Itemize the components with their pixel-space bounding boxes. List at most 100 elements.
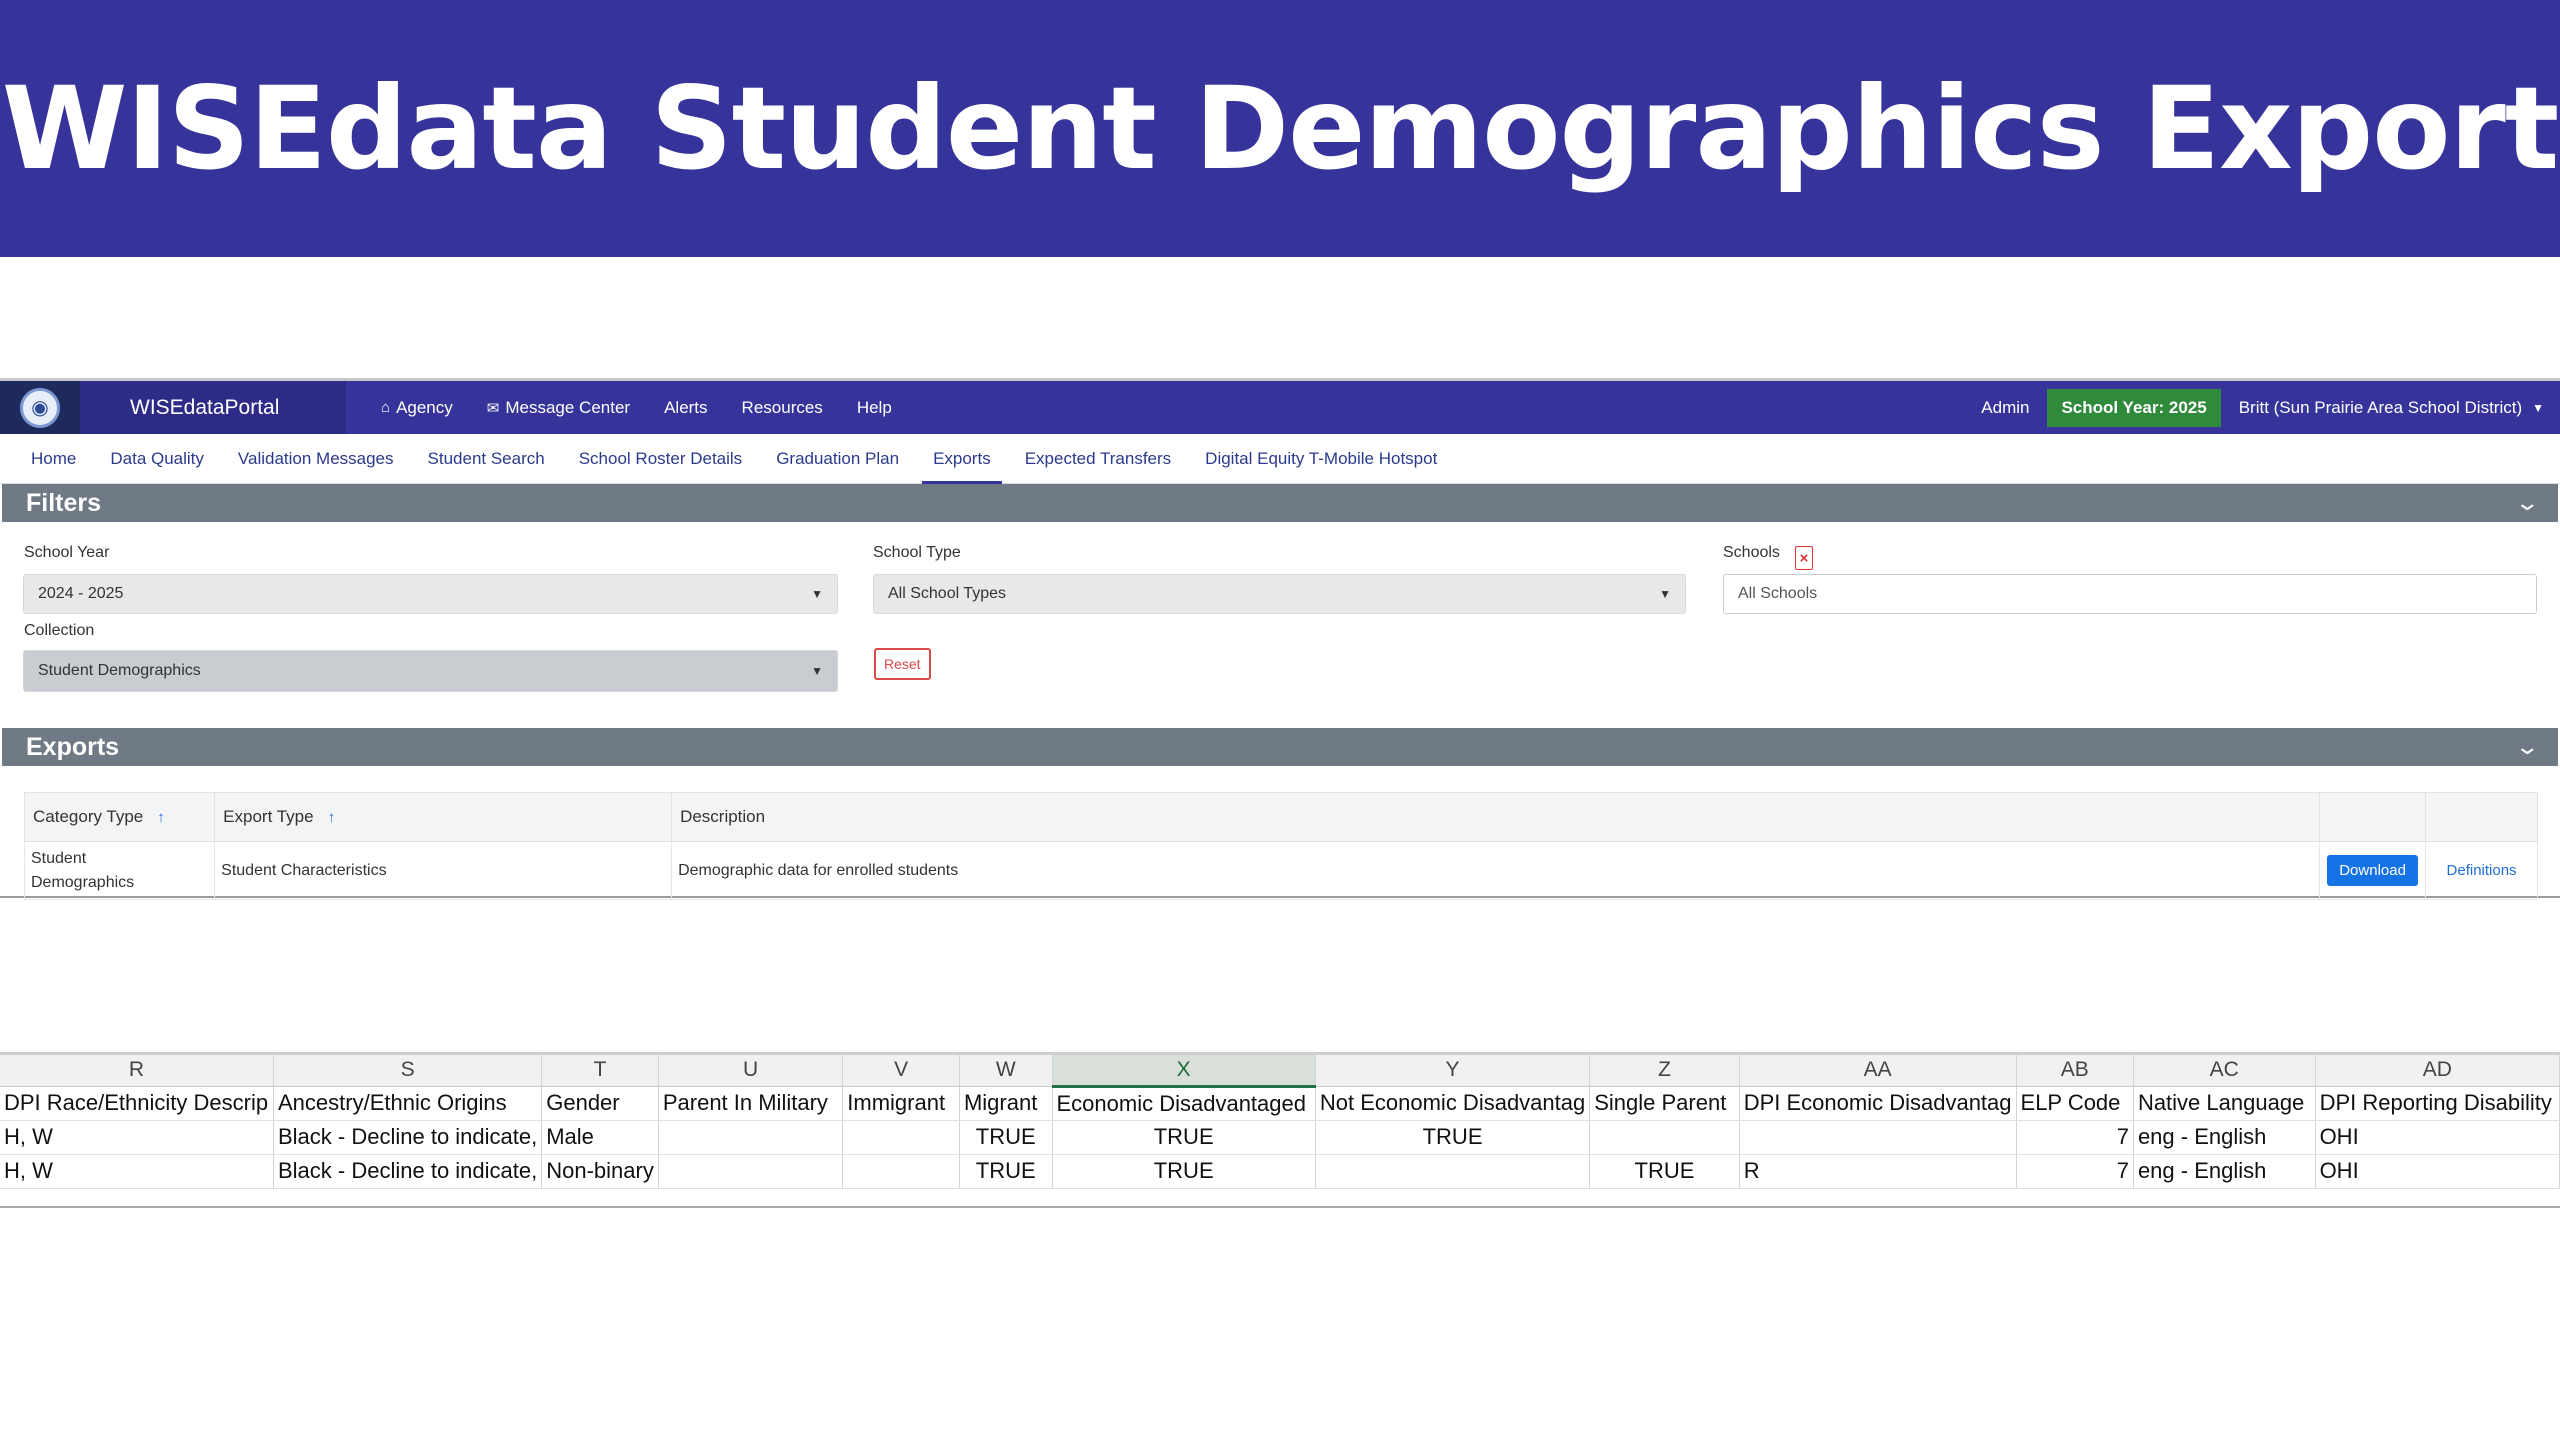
cell[interactable]: [658, 1120, 844, 1155]
school-type-select[interactable]: All School Types ▼: [873, 574, 1686, 614]
definitions-link[interactable]: Definitions: [2447, 862, 2517, 879]
cell[interactable]: 7: [2016, 1154, 2134, 1189]
sort-arrow-icon[interactable]: ↑: [328, 809, 336, 826]
subnav-validation-messages[interactable]: Validation Messages: [221, 434, 411, 484]
cell[interactable]: H, W: [0, 1154, 274, 1189]
select-arrow-icon: ▼: [1659, 587, 1671, 601]
schools-placeholder: All Schools: [1738, 585, 1818, 602]
cell[interactable]: 7: [2016, 1120, 2134, 1155]
cell[interactable]: eng - English: [2133, 1154, 2316, 1189]
collection-value: Student Demographics: [38, 662, 201, 679]
col-category-type[interactable]: Category Type ↑: [23, 792, 216, 842]
subnav-digital-equity[interactable]: Digital Equity T-Mobile Hotspot: [1188, 434, 1454, 484]
column-header[interactable]: AC: [2133, 1055, 2316, 1087]
cell[interactable]: Non-binary: [541, 1154, 659, 1189]
nav-help[interactable]: Help: [840, 381, 909, 434]
subnav-home[interactable]: Home: [14, 434, 93, 484]
cell[interactable]: Black - Decline to indicate,: [273, 1120, 543, 1155]
school-year-select[interactable]: 2024 - 2025 ▼: [23, 574, 838, 614]
cell[interactable]: TRUE: [1052, 1120, 1316, 1155]
definitions-cell: Definitions: [2425, 841, 2538, 900]
cell[interactable]: TRUE: [1315, 1120, 1591, 1155]
schools-input[interactable]: All Schools: [1723, 574, 2537, 614]
header-row: DPI Race/Ethnicity Descrip Ancestry/Ethn…: [0, 1086, 2560, 1121]
sub-navbar: Home Data Quality Validation Messages St…: [0, 434, 2560, 484]
chevron-down-icon[interactable]: ⌄: [2514, 490, 2540, 516]
column-header[interactable]: W: [959, 1055, 1053, 1087]
cell[interactable]: [658, 1154, 844, 1189]
admin-link[interactable]: Admin: [1963, 398, 2047, 418]
column-header[interactable]: AD: [2315, 1055, 2560, 1087]
cell[interactable]: TRUE: [1589, 1154, 1740, 1189]
subnav-graduation-plan[interactable]: Graduation Plan: [759, 434, 916, 484]
sort-arrow-icon[interactable]: ↑: [157, 809, 165, 826]
cell[interactable]: Immigrant: [842, 1086, 960, 1121]
column-header[interactable]: T: [541, 1055, 659, 1087]
schools-label: Schools: [1723, 544, 1780, 561]
cell[interactable]: OHI: [2315, 1120, 2560, 1155]
chevron-down-icon[interactable]: ⌄: [2514, 734, 2540, 760]
subnav-student-search[interactable]: Student Search: [411, 434, 562, 484]
subnav-expected-transfers[interactable]: Expected Transfers: [1008, 434, 1188, 484]
column-header[interactable]: U: [658, 1055, 844, 1087]
download-button[interactable]: Download: [2327, 855, 2418, 886]
filters-header[interactable]: Filters ⌄: [2, 484, 2558, 522]
user-menu[interactable]: Britt (Sun Prairie Area School District)…: [2221, 398, 2560, 418]
logo[interactable]: ◉: [0, 381, 80, 434]
cell[interactable]: eng - English: [2133, 1120, 2316, 1155]
school-year-label: School Year: [24, 544, 110, 561]
cell[interactable]: Native Language: [2133, 1086, 2316, 1121]
col-description[interactable]: Description: [671, 792, 2321, 842]
spreadsheet-grid: R S T U V W X Y Z AA AB AC AD DPI Race/E…: [0, 1055, 2560, 1189]
cell[interactable]: Black - Decline to indicate,: [273, 1154, 543, 1189]
cell[interactable]: OHI: [2315, 1154, 2560, 1189]
cell[interactable]: DPI Race/Ethnicity Descrip: [0, 1086, 274, 1121]
column-header[interactable]: V: [842, 1055, 960, 1087]
cell[interactable]: [842, 1154, 960, 1189]
cell[interactable]: DPI Reporting Disability: [2315, 1086, 2560, 1121]
column-header[interactable]: AB: [2016, 1055, 2134, 1087]
column-header[interactable]: R: [0, 1055, 274, 1087]
nav-agency[interactable]: ⌂ Agency: [364, 381, 470, 434]
cell[interactable]: Economic Disadvantaged: [1052, 1086, 1316, 1121]
cell[interactable]: Parent In Military: [658, 1086, 844, 1121]
nav-alerts[interactable]: Alerts: [647, 381, 724, 434]
cell[interactable]: TRUE: [959, 1154, 1053, 1189]
column-header[interactable]: Z: [1589, 1055, 1740, 1087]
school-type-value: All School Types: [888, 585, 1006, 602]
cell[interactable]: Migrant: [959, 1086, 1053, 1121]
cell[interactable]: DPI Economic Disadvantag: [1739, 1086, 2017, 1121]
cell[interactable]: Ancestry/Ethnic Origins: [273, 1086, 543, 1121]
cell[interactable]: [842, 1120, 960, 1155]
subnav-data-quality[interactable]: Data Quality: [93, 434, 221, 484]
cell[interactable]: Male: [541, 1120, 659, 1155]
portal-name[interactable]: WISEdataPortal: [80, 381, 346, 434]
column-header[interactable]: S: [273, 1055, 543, 1087]
header-label: Export Type: [223, 807, 314, 826]
cell[interactable]: [1739, 1120, 2017, 1155]
column-header[interactable]: Y: [1315, 1055, 1591, 1087]
cell[interactable]: TRUE: [1052, 1154, 1316, 1189]
nav-resources[interactable]: Resources: [725, 381, 840, 434]
cell[interactable]: ELP Code: [2016, 1086, 2134, 1121]
cell[interactable]: [1315, 1154, 1591, 1189]
cell[interactable]: H, W: [0, 1120, 274, 1155]
column-header-selected[interactable]: X: [1052, 1055, 1316, 1088]
exports-header[interactable]: Exports ⌄: [2, 728, 2558, 766]
subnav-school-roster-details[interactable]: School Roster Details: [562, 434, 759, 484]
cell[interactable]: R: [1739, 1154, 2017, 1189]
cell[interactable]: [1589, 1120, 1740, 1155]
school-year-badge[interactable]: School Year: 2025: [2047, 388, 2221, 427]
subnav-exports[interactable]: Exports: [916, 434, 1008, 484]
column-header[interactable]: AA: [1739, 1055, 2017, 1087]
col-export-type[interactable]: Export Type ↑: [214, 792, 673, 842]
cell[interactable]: Not Economic Disadvantag: [1315, 1086, 1591, 1121]
nav-message-center[interactable]: ✉ Message Center: [470, 381, 647, 434]
cell[interactable]: TRUE: [959, 1120, 1053, 1155]
reset-button[interactable]: Reset: [874, 648, 931, 680]
nav-label: Agency: [396, 397, 453, 417]
cell[interactable]: Single Parent: [1589, 1086, 1740, 1121]
clear-schools-icon[interactable]: ×: [1795, 546, 1813, 570]
collection-select[interactable]: Student Demographics ▼: [23, 650, 838, 692]
cell[interactable]: Gender: [541, 1086, 659, 1121]
